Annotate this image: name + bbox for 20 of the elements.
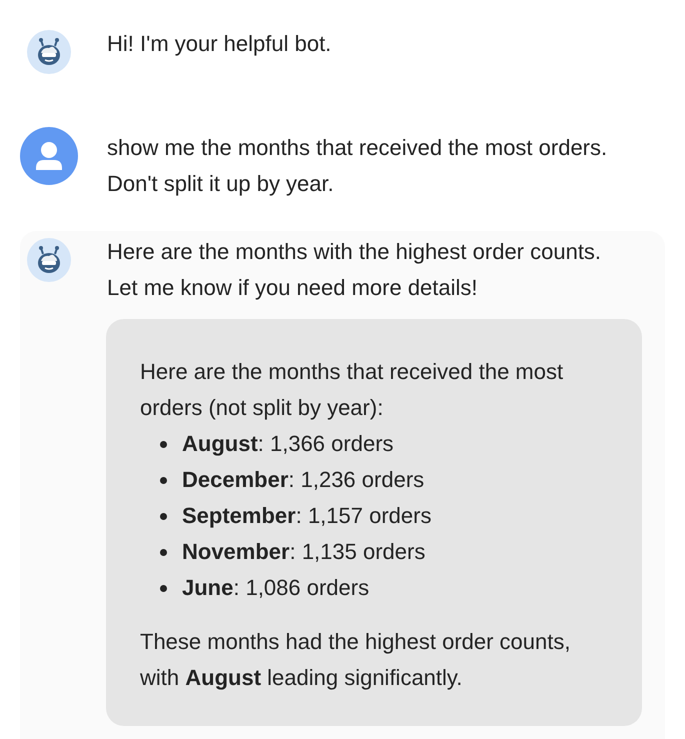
robot-avatar-icon	[27, 30, 71, 74]
robot-avatar-icon	[27, 238, 71, 282]
message-text: show me the months that received the most orders.	[107, 134, 608, 162]
message-text: Hi! I'm your helpful bot.	[107, 30, 332, 58]
message-text: Here are the months with the highest order counts.	[107, 238, 602, 266]
bullet-icon	[160, 548, 167, 556]
bullet-icon	[160, 584, 167, 592]
list-item-text: August: 1,366 orders	[182, 430, 394, 458]
user-avatar-icon	[19, 126, 79, 186]
list-item-text: December: 1,236 orders	[182, 466, 424, 494]
card-summary-text: These months had the highest order counts, with August leading significantly.	[140, 628, 572, 692]
bullet-icon	[160, 512, 167, 520]
bullet-icon	[160, 440, 167, 448]
card-intro-text: Here are the months that received the most orders (not split by year):	[140, 358, 564, 422]
list-item-text: September: 1,157 orders	[182, 502, 432, 530]
list-item-text: November: 1,135 orders	[182, 538, 426, 566]
list-item-text: June: 1,086 orders	[182, 574, 370, 602]
bullet-icon	[160, 476, 167, 484]
message-text: Don't split it up by year.	[107, 170, 335, 198]
message-text: Let me know if you need more details!	[107, 274, 479, 302]
